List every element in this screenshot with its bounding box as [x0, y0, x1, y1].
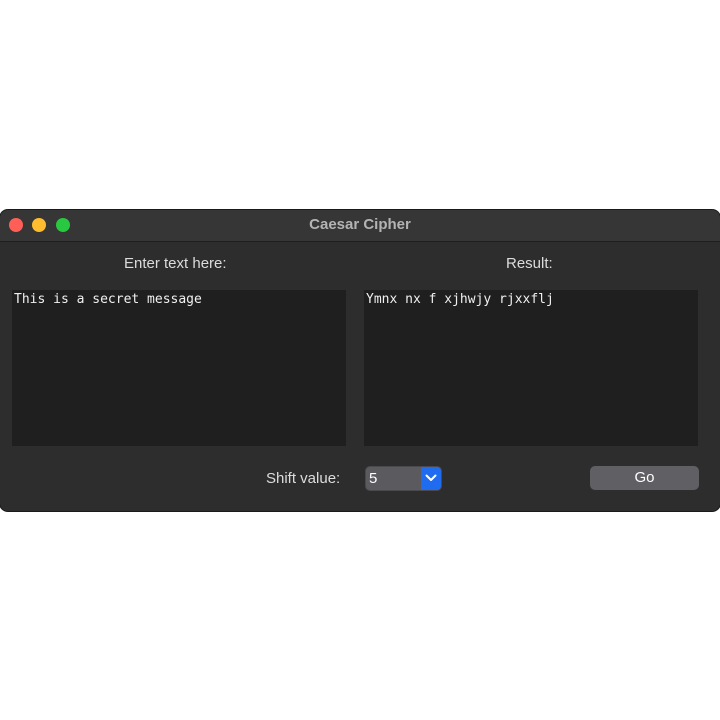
result-textarea[interactable]: Ymnx nx f xjhwjy rjxxflj	[364, 290, 698, 446]
result-label: Result:	[506, 255, 553, 272]
shift-value-select[interactable]: 5	[365, 466, 442, 491]
input-textarea[interactable]: This is a secret message	[12, 290, 346, 446]
app-window: Caesar Cipher Enter text here: Result: T…	[0, 210, 720, 511]
chevron-down-icon	[425, 474, 437, 481]
input-label: Enter text here:	[124, 255, 227, 272]
shift-value: 5	[369, 470, 378, 487]
go-button[interactable]: Go	[590, 466, 699, 490]
shift-label: Shift value:	[266, 470, 341, 487]
select-dropdown-button[interactable]	[421, 467, 441, 490]
title-bar[interactable]: Caesar Cipher	[0, 210, 720, 242]
window-title: Caesar Cipher	[309, 216, 411, 233]
